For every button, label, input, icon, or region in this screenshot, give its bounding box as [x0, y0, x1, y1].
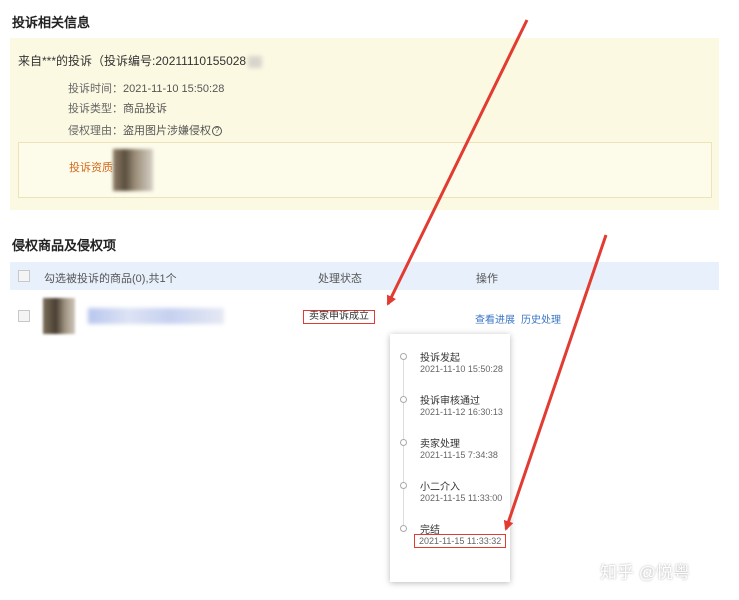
arrow-to-status	[386, 19, 529, 306]
annotation-arrows	[386, 19, 608, 531]
arrow-to-final-time	[503, 234, 608, 531]
watermark: 知乎 @悦粤	[600, 563, 690, 582]
